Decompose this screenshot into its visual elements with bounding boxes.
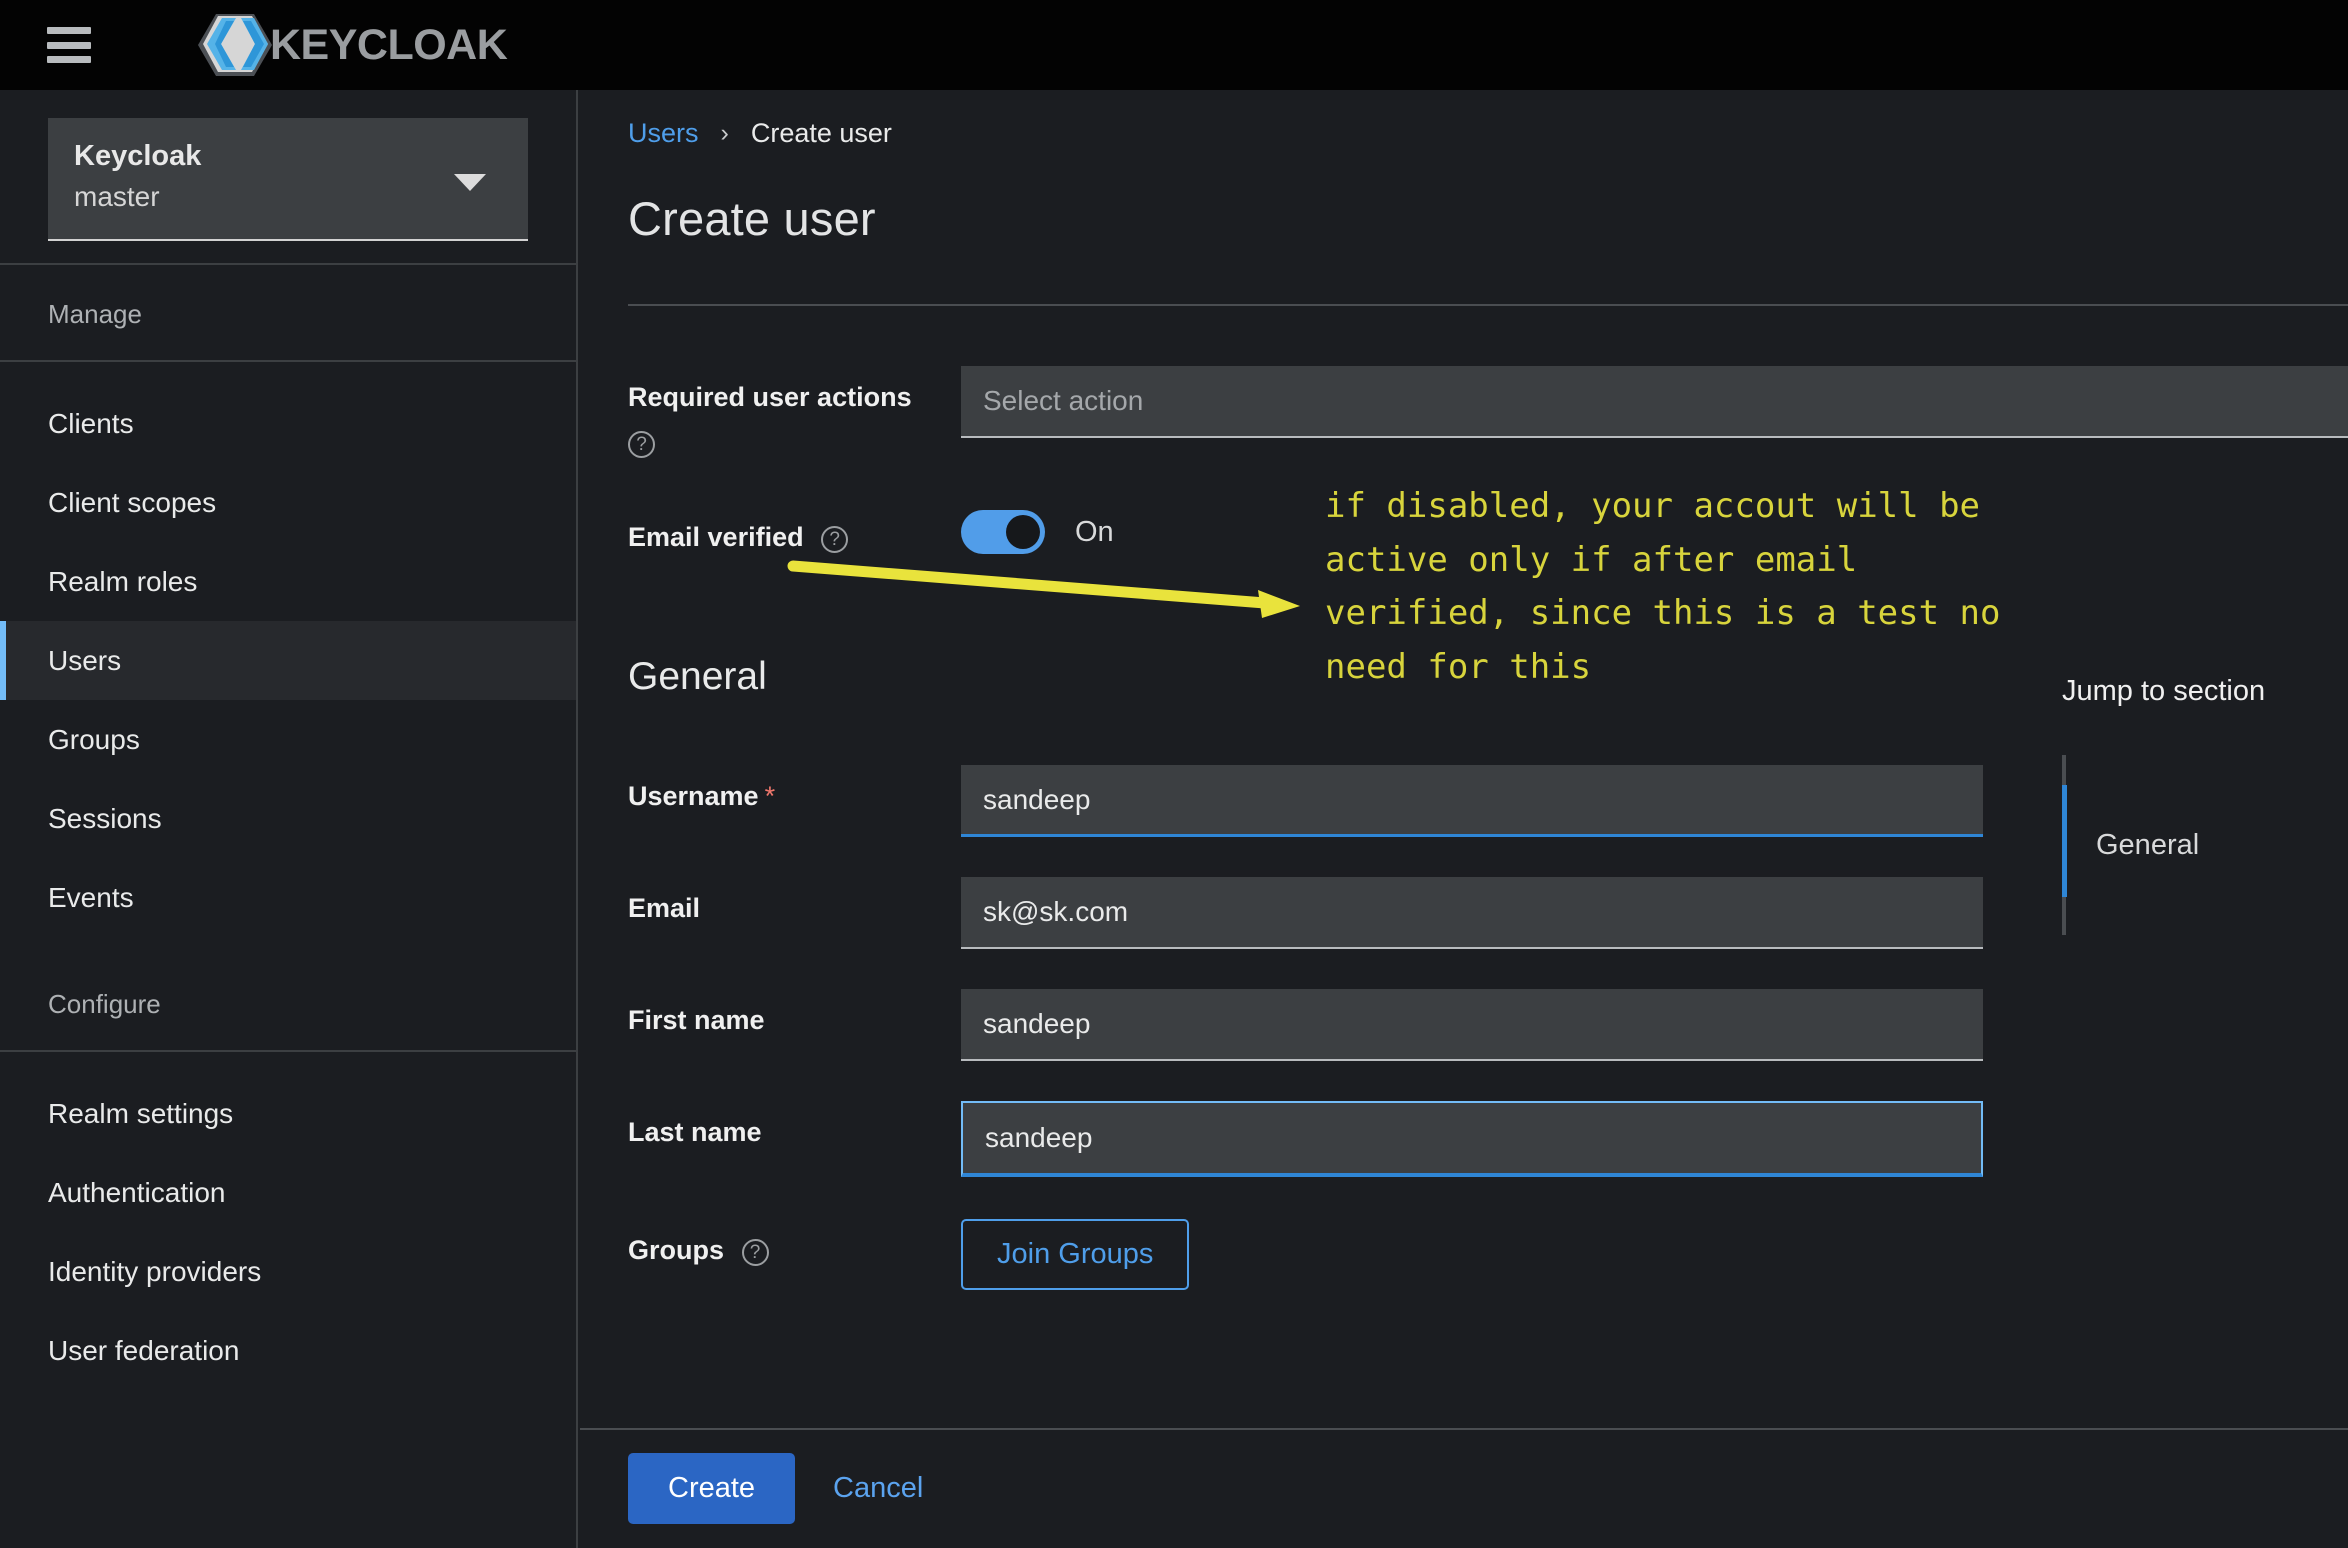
field-row-required-user-actions: Required user actions ? Select action — [628, 366, 2348, 459]
required-marker: * — [764, 781, 776, 812]
main-content: Users › Create user Create user Required… — [580, 90, 2348, 1548]
help-circle-icon[interactable]: ? — [628, 431, 655, 459]
realm-selector-wrap: Keycloak master — [0, 90, 576, 241]
sidebar-item-clients[interactable]: Clients — [0, 384, 576, 463]
label-first-name: First name — [628, 1005, 765, 1036]
first-name-input[interactable] — [961, 989, 1983, 1062]
field-row-last-name: Last name — [628, 1101, 2348, 1178]
jump-thumb-active — [2062, 785, 2067, 897]
label-groups-text: Groups — [628, 1235, 725, 1266]
help-circle-icon[interactable]: ? — [821, 526, 849, 554]
email-verified-toggle-state: On — [1075, 515, 1114, 548]
label-username: Username * — [628, 765, 961, 814]
sidebar: Keycloak master Manage Clients Client sc… — [0, 90, 578, 1548]
sidebar-item-authentication[interactable]: Authentication — [0, 1153, 576, 1232]
label-last-name: Last name — [628, 1117, 762, 1148]
jump-to-section-title: Jump to section — [2062, 675, 2266, 707]
email-verified-toggle[interactable] — [961, 510, 1045, 555]
breadcrumb-link-users[interactable]: Users — [628, 118, 699, 149]
sidebar-item-realm-roles[interactable]: Realm roles — [0, 542, 576, 621]
page-header: Users › Create user Create user — [580, 90, 2348, 306]
field-row-email-verified: Email verified ? On — [628, 506, 2348, 555]
help-circle-icon[interactable]: ? — [741, 1239, 769, 1267]
field-row-first-name: First name — [628, 989, 2348, 1062]
realm-selector-realm: master — [74, 181, 160, 213]
sidebar-item-realm-settings[interactable]: Realm settings — [0, 1074, 576, 1153]
realm-selector[interactable]: Keycloak master — [48, 118, 528, 241]
toggle-knob — [1006, 515, 1040, 550]
cancel-button[interactable]: Cancel — [833, 1472, 923, 1505]
label-groups: Groups ? — [628, 1219, 961, 1268]
label-email: Email — [628, 893, 701, 924]
breadcrumb-current: Create user — [750, 118, 892, 148]
page-title: Create user — [628, 192, 876, 245]
jump-to-section-list: General — [2000, 755, 2348, 935]
brand-text: KEYCLOAK — [270, 20, 508, 69]
form-actions: Create Cancel — [628, 1453, 923, 1524]
label-required-user-actions-text: Required user actions — [628, 382, 912, 412]
required-user-actions-select[interactable]: Select action — [961, 366, 2348, 438]
brand: KEYCLOAK — [196, 10, 508, 80]
breadcrumb-separator-icon: › — [720, 119, 729, 147]
join-groups-button[interactable]: Join Groups — [961, 1219, 1190, 1291]
jump-item-general[interactable]: General — [2062, 755, 2348, 935]
sidebar-item-client-scopes[interactable]: Client scopes — [0, 463, 576, 542]
sidebar-group-title-manage: Manage — [48, 299, 142, 329]
label-username-text: Username — [628, 781, 759, 812]
label-email-verified-text: Email verified — [628, 522, 804, 553]
masthead: KEYCLOAK — [0, 0, 2348, 90]
hamburger-icon[interactable] — [47, 27, 91, 63]
email-verified-toggle-row: On — [961, 506, 1114, 555]
chevron-down-icon[interactable] — [454, 174, 486, 191]
username-input[interactable] — [961, 765, 1983, 838]
sidebar-group-title-configure: Configure — [48, 989, 161, 1019]
sidebar-item-events[interactable]: Events — [0, 858, 576, 937]
email-input[interactable] — [961, 877, 1983, 950]
label-email-verified: Email verified ? — [628, 506, 961, 555]
breadcrumb: Users › Create user — [628, 90, 2348, 149]
sidebar-item-users[interactable]: Users — [0, 621, 576, 700]
field-row-groups: Groups ? Join Groups — [628, 1219, 2348, 1291]
sidebar-item-identity-providers[interactable]: Identity providers — [0, 1232, 576, 1311]
sidebar-item-groups[interactable]: Groups — [0, 700, 576, 779]
jump-to-section-panel: Jump to section General — [2000, 675, 2348, 935]
keycloak-logo-icon — [198, 14, 272, 76]
create-button[interactable]: Create — [628, 1453, 796, 1524]
sidebar-item-sessions[interactable]: Sessions — [0, 779, 576, 858]
required-user-actions-placeholder: Select action — [983, 385, 1144, 416]
footer-divider — [580, 1428, 2348, 1430]
sidebar-item-user-federation[interactable]: User federation — [0, 1311, 576, 1390]
label-required-user-actions: Required user actions ? — [628, 366, 961, 459]
realm-selector-title: Keycloak — [74, 140, 202, 172]
last-name-input[interactable] — [961, 1101, 1983, 1178]
